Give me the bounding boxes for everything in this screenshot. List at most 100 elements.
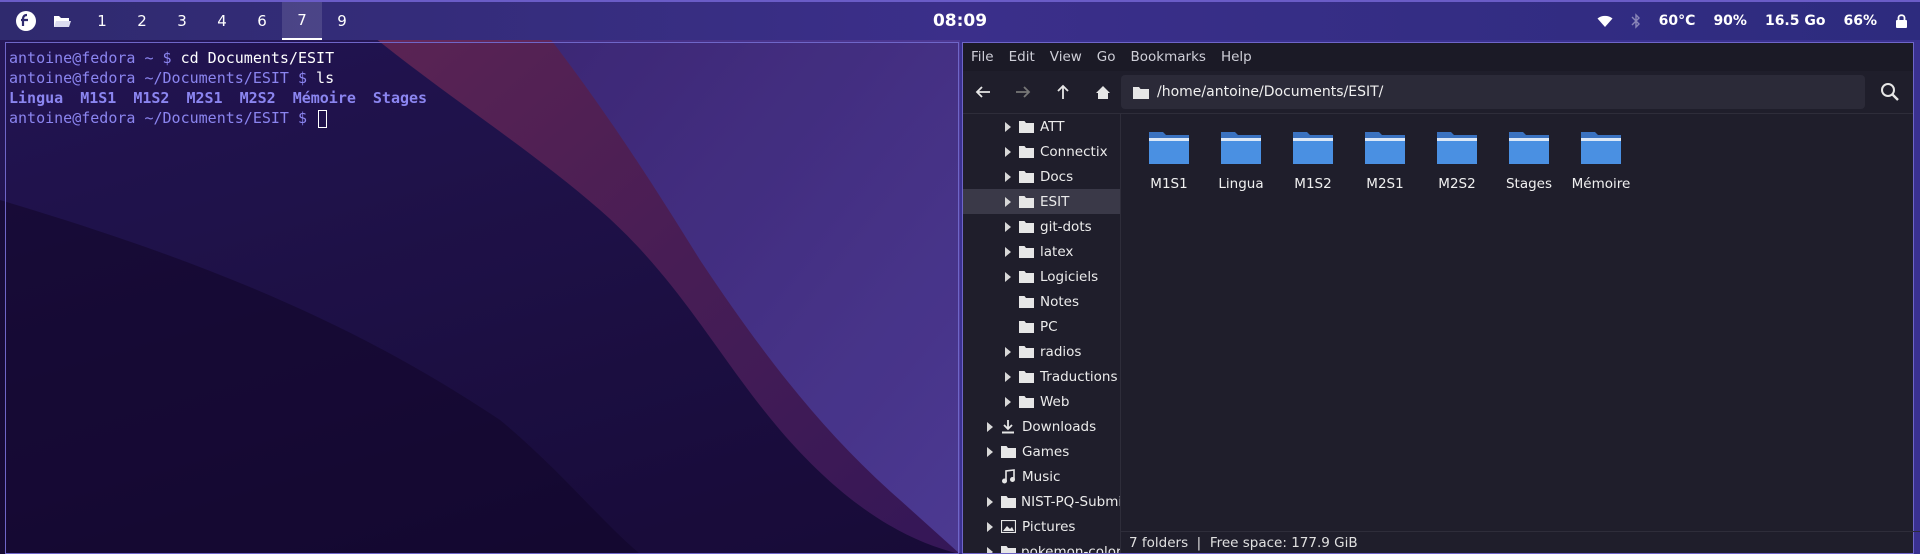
menu-go[interactable]: Go xyxy=(1097,49,1116,65)
folder-tile[interactable]: M2S1 xyxy=(1349,126,1421,192)
sidebar-item-label: NIST-PQ-Submis xyxy=(1021,493,1121,510)
folder-icon xyxy=(1019,370,1035,384)
sidebar-item-pictures[interactable]: Pictures xyxy=(963,514,1120,539)
sidebar-item-latex[interactable]: latex xyxy=(963,239,1120,264)
cpu-usage-label: 90% xyxy=(1713,13,1747,29)
sidebar-item-traductions[interactable]: Traductions xyxy=(963,364,1120,389)
workspace-2[interactable]: 2 xyxy=(122,2,162,40)
folder-open-icon[interactable] xyxy=(48,7,76,35)
folder-tile[interactable]: Lingua xyxy=(1205,126,1277,192)
menu-edit[interactable]: Edit xyxy=(1009,49,1035,65)
home-button[interactable] xyxy=(1083,74,1123,110)
folder-tile[interactable]: M1S1 xyxy=(1133,126,1205,192)
expander-arrow-icon[interactable] xyxy=(987,446,993,457)
sidebar-item-pc[interactable]: PC xyxy=(963,314,1120,339)
terminal-command: ls xyxy=(307,69,335,87)
expander-arrow-icon[interactable] xyxy=(987,546,993,553)
workspace-1[interactable]: 1 xyxy=(82,2,122,40)
expander-arrow-icon[interactable] xyxy=(1005,371,1011,382)
workspace-4[interactable]: 4 xyxy=(202,2,242,40)
expander-arrow-icon[interactable] xyxy=(1005,121,1011,132)
terminal-prompt: antoine@fedora ~/Documents/ESIT $ xyxy=(9,69,308,87)
sidebar-item-pokemon-colors[interactable]: pokemon-colors xyxy=(963,539,1120,553)
sidebar-item-label: latex xyxy=(1040,243,1074,260)
up-button[interactable] xyxy=(1043,74,1083,110)
folder-icon xyxy=(1291,126,1335,170)
expander-arrow-icon[interactable] xyxy=(1005,271,1011,282)
sidebar-item-radios[interactable]: radios xyxy=(963,339,1120,364)
expander-arrow-icon[interactable] xyxy=(1005,396,1011,407)
terminal-window[interactable]: antoine@fedora ~ $ cd Documents/ESIT ant… xyxy=(5,42,959,554)
expander-arrow-icon[interactable] xyxy=(987,496,993,507)
search-icon xyxy=(1881,83,1899,101)
sidebar-item-docs[interactable]: Docs xyxy=(963,164,1120,189)
sidebar-item-music[interactable]: Music xyxy=(963,464,1120,489)
expander-arrow-icon xyxy=(987,472,993,482)
expander-arrow-icon[interactable] xyxy=(1005,346,1011,357)
sidebar-item-notes[interactable]: Notes xyxy=(963,289,1120,314)
sidebar-item-label: Pictures xyxy=(1022,518,1076,535)
sidebar-item-web[interactable]: Web xyxy=(963,389,1120,414)
menu-file[interactable]: File xyxy=(971,49,994,65)
menu-help[interactable]: Help xyxy=(1221,49,1252,65)
folder-tile[interactable]: Mémoire xyxy=(1565,126,1637,192)
arrow-right-icon xyxy=(1016,86,1031,98)
folder-icon xyxy=(1019,120,1035,134)
temperature-label: 60°C xyxy=(1658,13,1696,29)
expander-arrow-icon[interactable] xyxy=(1005,171,1011,182)
expander-arrow-icon[interactable] xyxy=(1005,246,1011,257)
expander-arrow-icon[interactable] xyxy=(1005,196,1011,207)
menu-view[interactable]: View xyxy=(1050,49,1082,65)
lock-icon[interactable] xyxy=(1895,13,1908,29)
sidebar-item-label: Logiciels xyxy=(1040,268,1099,285)
sidebar-item-label: Docs xyxy=(1040,168,1074,185)
folder-icon xyxy=(1019,145,1035,159)
folder-icon xyxy=(1001,445,1017,459)
sidebar-item-label: Music xyxy=(1022,468,1061,485)
folder-label: M1S1 xyxy=(1150,176,1188,192)
workspace-3[interactable]: 3 xyxy=(162,2,202,40)
expander-arrow-icon[interactable] xyxy=(1005,146,1011,157)
folder-tile[interactable]: M2S2 xyxy=(1421,126,1493,192)
sidebar-item-nist-pq-submis[interactable]: NIST-PQ-Submis xyxy=(963,489,1120,514)
back-button[interactable] xyxy=(963,74,1003,110)
folder-icon xyxy=(1019,270,1035,284)
expander-arrow-icon[interactable] xyxy=(987,521,993,532)
sidebar-item-att[interactable]: ATT xyxy=(963,114,1120,139)
menu-bookmarks[interactable]: Bookmarks xyxy=(1131,49,1206,65)
folder-tile[interactable]: Stages xyxy=(1493,126,1565,192)
forward-button[interactable] xyxy=(1003,74,1043,110)
sidebar-item-connectix[interactable]: Connectix xyxy=(963,139,1120,164)
sidebar-item-label: Web xyxy=(1040,393,1070,410)
folder-tile[interactable]: M1S2 xyxy=(1277,126,1349,192)
download-icon xyxy=(1001,420,1017,434)
terminal-prompt: antoine@fedora ~ $ xyxy=(9,49,172,67)
location-bar[interactable]: /home/antoine/Documents/ESIT/ xyxy=(1121,75,1865,109)
folder-icon xyxy=(1019,220,1035,234)
terminal-ls-output: Lingua M1S1 M1S2 M2S1 M2S2 Mémoire Stages xyxy=(9,88,955,108)
sidebar-item-label: ESIT xyxy=(1040,193,1070,210)
sidebar-item-label: Connectix xyxy=(1040,143,1108,160)
search-button[interactable] xyxy=(1873,75,1907,109)
workspace-9[interactable]: 9 xyxy=(322,2,362,40)
fedora-logo-icon[interactable] xyxy=(12,7,40,35)
ls-item: M1S1 xyxy=(80,89,117,107)
terminal-cursor xyxy=(318,109,328,128)
workspace-7[interactable]: 7 xyxy=(282,2,322,40)
sidebar-item-label: pokemon-colors xyxy=(1021,543,1121,554)
expander-arrow-icon[interactable] xyxy=(1005,221,1011,232)
sidebar-item-logiciels[interactable]: Logiciels xyxy=(963,264,1120,289)
sidebar-item-games[interactable]: Games xyxy=(963,439,1120,464)
folder-label: M2S2 xyxy=(1438,176,1476,192)
expander-arrow-icon[interactable] xyxy=(987,421,993,432)
folder-icon xyxy=(1147,126,1191,170)
sidebar-item-esit[interactable]: ESIT xyxy=(963,189,1120,214)
bluetooth-icon[interactable] xyxy=(1631,13,1641,29)
sidebar-item-label: Traductions xyxy=(1040,368,1118,385)
sidebar-item-downloads[interactable]: Downloads xyxy=(963,414,1120,439)
wifi-icon[interactable] xyxy=(1597,15,1613,28)
sidebar-item-git-dots[interactable]: git-dots xyxy=(963,214,1120,239)
workspace-6[interactable]: 6 xyxy=(242,2,282,40)
location-path: /home/antoine/Documents/ESIT/ xyxy=(1157,84,1384,100)
ls-item: M2S1 xyxy=(186,89,223,107)
